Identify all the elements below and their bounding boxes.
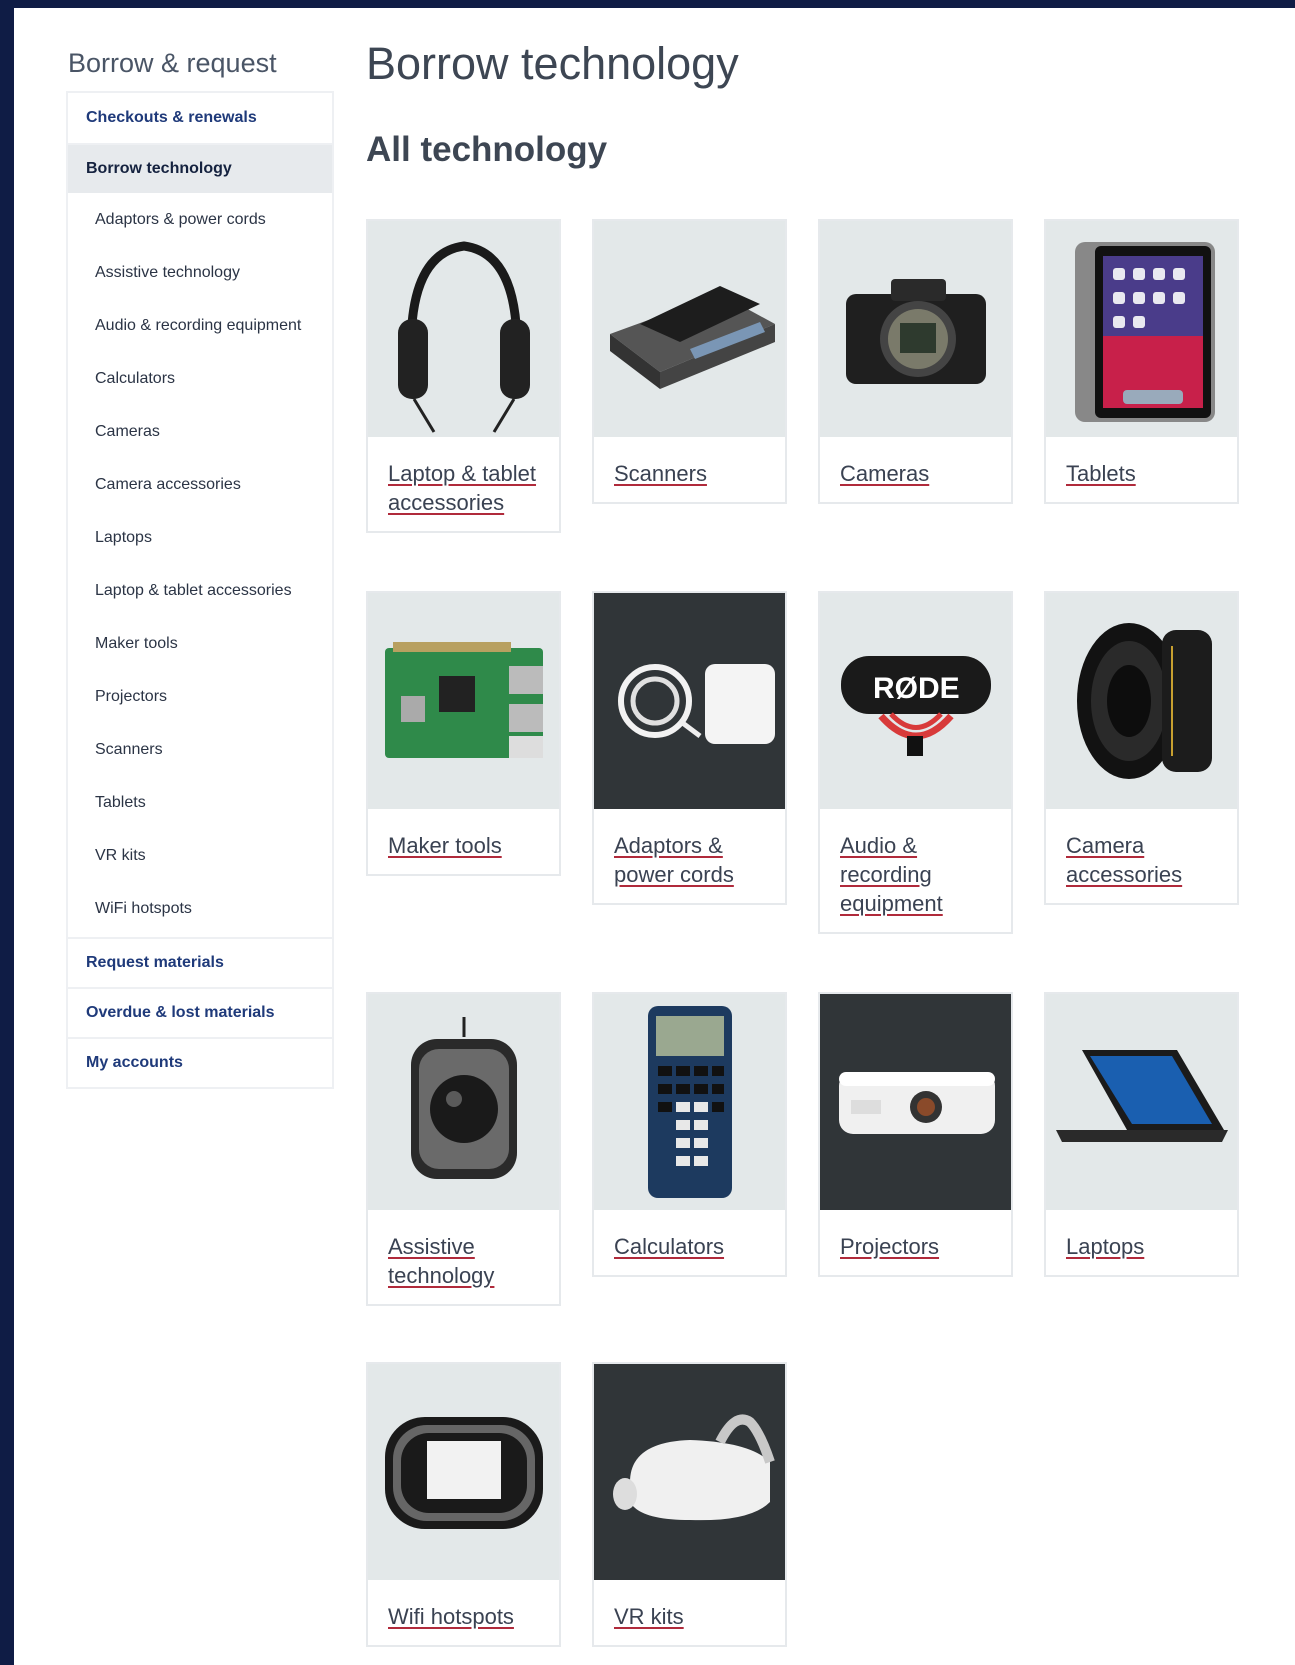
calculator-icon — [647, 1006, 732, 1198]
headphones-icon — [397, 241, 530, 433]
card-label[interactable]: Audio & recording equipment — [820, 809, 1011, 932]
card-calculators[interactable]: Calculators — [592, 992, 787, 1277]
microphone-icon: RØDE — [840, 656, 991, 756]
card-image — [594, 994, 785, 1210]
sidebar-menu: Checkouts & renewals Borrow technology A… — [66, 91, 334, 1089]
card-label[interactable]: Camera accessories — [1046, 809, 1237, 903]
card-wifi-hotspots[interactable]: Wifi hotspots — [366, 1362, 561, 1647]
card-laptops[interactable]: Laptops — [1044, 992, 1239, 1277]
card-label[interactable]: Tablets — [1046, 437, 1237, 502]
sidebar-item-borrow-technology[interactable]: Borrow technology — [68, 143, 332, 193]
card-image — [1046, 593, 1237, 809]
card-image — [594, 221, 785, 437]
card-tablets[interactable]: Tablets — [1044, 219, 1239, 504]
card-maker-tools[interactable]: Maker tools — [366, 591, 561, 876]
sidebar-item-overdue-lost[interactable]: Overdue & lost materials — [68, 987, 332, 1037]
sidebar-subitem-adaptors[interactable]: Adaptors & power cords — [68, 193, 332, 246]
card-image — [820, 994, 1011, 1210]
section-title: All technology — [366, 130, 608, 169]
card-image — [368, 593, 559, 809]
card-image — [1046, 994, 1237, 1210]
page-frame: Borrow & request Checkouts & renewals Bo… — [14, 8, 1295, 1665]
card-label[interactable]: Laptop & tablet accessories — [368, 437, 559, 531]
main-content: Borrow technology All technology — [366, 38, 1256, 170]
sidebar-sublist: Adaptors & power cords Assistive technol… — [68, 193, 332, 937]
trackball-icon — [410, 1017, 517, 1179]
card-label[interactable]: Projectors — [820, 1210, 1011, 1275]
sidebar-subitem-audio[interactable]: Audio & recording equipment — [68, 299, 332, 352]
sidebar-subitem-camera-accessories[interactable]: Camera accessories — [68, 458, 332, 511]
card-vr-kits[interactable]: VR kits — [592, 1362, 787, 1647]
vr-headset-icon — [612, 1414, 775, 1521]
camera-icon — [845, 279, 986, 384]
card-image — [594, 1364, 785, 1580]
card-label[interactable]: Cameras — [820, 437, 1011, 502]
card-projectors[interactable]: Projectors — [818, 992, 1013, 1277]
card-audio-recording[interactable]: RØDE Audio & recording equipment — [818, 591, 1013, 934]
page-title: Borrow technology — [366, 38, 739, 89]
card-adaptors-power-cords[interactable]: Adaptors & power cords — [592, 591, 787, 905]
sidebar-subitem-tablets[interactable]: Tablets — [68, 776, 332, 829]
card-image — [594, 593, 785, 809]
card-label[interactable]: VR kits — [594, 1580, 785, 1645]
sidebar-subitem-projectors[interactable]: Projectors — [68, 670, 332, 723]
sidebar-subitem-assistive[interactable]: Assistive technology — [68, 246, 332, 299]
card-image: RØDE — [820, 593, 1011, 809]
card-image — [820, 221, 1011, 437]
sidebar-subitem-calculators[interactable]: Calculators — [68, 352, 332, 405]
card-assistive-technology[interactable]: Assistive technology — [366, 992, 561, 1306]
svg-text:RØDE: RØDE — [873, 672, 960, 705]
card-label[interactable]: Assistive technology — [368, 1210, 559, 1304]
sidebar-subitem-vr-kits[interactable]: VR kits — [68, 829, 332, 882]
tablet-icon — [1074, 242, 1215, 422]
technology-grid: Laptop & tablet accessories Scanners Cam… — [366, 219, 1256, 1665]
sidebar-subitem-laptop-tablet-accessories[interactable]: Laptop & tablet accessories — [68, 564, 332, 617]
sidebar-subitem-laptops[interactable]: Laptops — [68, 511, 332, 564]
card-image — [368, 994, 559, 1210]
sidebar-title: Borrow & request — [68, 48, 277, 78]
sidebar-subitem-wifi-hotspots[interactable]: WiFi hotspots — [68, 882, 332, 935]
laptop-icon — [1055, 1050, 1228, 1142]
card-laptop-tablet-accessories[interactable]: Laptop & tablet accessories — [366, 219, 561, 533]
card-label[interactable]: Maker tools — [368, 809, 559, 874]
card-camera-accessories[interactable]: Camera accessories — [1044, 591, 1239, 905]
card-cameras[interactable]: Cameras — [818, 219, 1013, 504]
sidebar-subitem-cameras[interactable]: Cameras — [68, 405, 332, 458]
sidebar-subitem-maker-tools[interactable]: Maker tools — [68, 617, 332, 670]
sidebar-subitem-scanners[interactable]: Scanners — [68, 723, 332, 776]
sidebar-item-my-accounts[interactable]: My accounts — [68, 1037, 332, 1087]
camera-lens-icon — [1076, 623, 1212, 779]
card-image — [1046, 221, 1237, 437]
card-image — [368, 221, 559, 437]
card-image — [368, 1364, 559, 1580]
sidebar-item-checkouts[interactable]: Checkouts & renewals — [68, 93, 332, 143]
projector-icon — [838, 1072, 995, 1134]
card-label[interactable]: Adaptors & power cords — [594, 809, 785, 903]
wifi-hotspot-icon — [384, 1417, 543, 1529]
sidebar-nav: Borrow & request Checkouts & renewals Bo… — [66, 48, 334, 1089]
card-label[interactable]: Wifi hotspots — [368, 1580, 559, 1645]
scanner-icon — [609, 286, 775, 389]
card-label[interactable]: Calculators — [594, 1210, 785, 1275]
sidebar-item-request-materials[interactable]: Request materials — [68, 937, 332, 987]
power-adapter-icon — [617, 664, 775, 744]
circuit-board-icon — [384, 642, 543, 758]
card-label[interactable]: Laptops — [1046, 1210, 1237, 1275]
card-label[interactable]: Scanners — [594, 437, 785, 502]
card-scanners[interactable]: Scanners — [592, 219, 787, 504]
